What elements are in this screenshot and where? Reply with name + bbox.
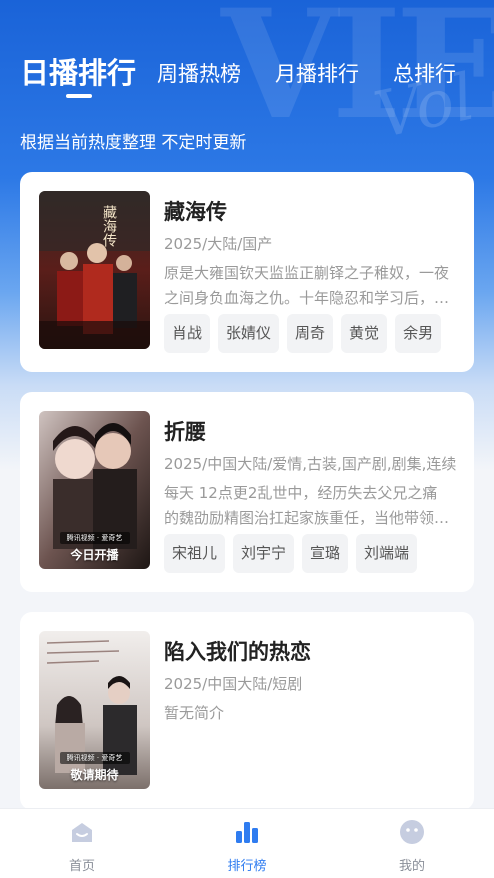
cast-tags: 肖战 张婧仪 周奇 黄觉 余男 <box>164 314 442 353</box>
poster-title-text: 藏海传 <box>101 205 117 247</box>
cast-tag[interactable]: 黄觉 <box>341 314 388 353</box>
nav-ranking[interactable]: 排行榜 <box>187 809 307 878</box>
active-tab-indicator <box>66 94 92 98</box>
cast-tags: 宋祖儿 刘宇宁 宣璐 刘端端 <box>164 534 418 573</box>
drama-description: 原是大雍国钦天监监正蒯铎之子稚奴，一夜之间身负血海之仇。十年隐忍和学习后，他以“… <box>164 264 450 307</box>
nav-home-label: 首页 <box>68 859 95 874</box>
cast-tag[interactable]: 刘端端 <box>356 534 418 573</box>
drama-description: 暂无简介 <box>164 704 225 722</box>
drama-title: 陷入我们的热恋 <box>164 640 311 664</box>
ranking-card[interactable]: 藏海传 藏海传 2025/大陆/国产 原是大雍国钦天监监正蒯铎之子稚奴，一夜之间… <box>20 172 474 372</box>
tab-monthly[interactable]: 月播排行 <box>275 58 359 88</box>
poster-badge: 腾讯视频 · 爱奇艺 敬请期待 <box>39 752 150 783</box>
cast-tag[interactable]: 肖战 <box>164 314 211 353</box>
poster-badge: 腾讯视频 · 爱奇艺 今日开播 <box>39 532 150 563</box>
cast-tag[interactable]: 宋祖儿 <box>164 534 226 573</box>
chart-icon <box>234 819 260 845</box>
ranking-card[interactable]: 腾讯视频 · 爱奇艺 敬请期待 陷入我们的热恋 2025/中国大陆/短剧 暂无简… <box>20 612 474 810</box>
bottom-navigation: 首页 排行榜 我的 <box>0 808 494 878</box>
nav-ranking-label: 排行榜 <box>227 859 267 874</box>
cast-tag[interactable]: 刘宇宁 <box>233 534 295 573</box>
tab-weekly[interactable]: 周播热榜 <box>157 58 241 88</box>
tab-daily[interactable]: 日播排行 <box>20 50 136 92</box>
nav-profile-label: 我的 <box>398 859 425 874</box>
cast-tag[interactable]: 周奇 <box>287 314 334 353</box>
poster-image: 腾讯视频 · 爱奇艺 今日开播 <box>39 411 150 569</box>
cast-tag[interactable]: 张婧仪 <box>218 314 280 353</box>
drama-title: 折腰 <box>164 420 206 444</box>
nav-home[interactable]: 首页 <box>22 809 142 878</box>
drama-meta: 2025/中国大陆/短剧 <box>164 675 303 693</box>
ranking-subtitle: 根据当前热度整理 不定时更新 <box>20 133 247 153</box>
cast-tag[interactable]: 宣璐 <box>302 534 349 573</box>
cast-tag[interactable]: 余男 <box>395 314 442 353</box>
tab-total[interactable]: 总排行 <box>393 58 456 88</box>
nav-profile[interactable]: 我的 <box>352 809 472 878</box>
drama-meta: 2025/中国大陆/爱情,古装,国产剧,剧集,连续剧 <box>164 455 456 473</box>
drama-meta: 2025/大陆/国产 <box>164 235 273 253</box>
poster-image: 腾讯视频 · 爱奇艺 敬请期待 <box>39 631 150 789</box>
profile-icon <box>399 819 425 845</box>
ranking-card[interactable]: 腾讯视频 · 爱奇艺 今日开播 折腰 2025/中国大陆/爱情,古装,国产剧,剧… <box>20 392 474 592</box>
drama-description: 每天 12点更2乱世中，经历失去父兄之痛的魏劭励精图治扛起家族重任，当他带领魏家… <box>164 484 450 527</box>
poster-image: 藏海传 <box>39 191 150 349</box>
drama-title: 藏海传 <box>164 200 227 224</box>
home-icon <box>69 819 95 845</box>
